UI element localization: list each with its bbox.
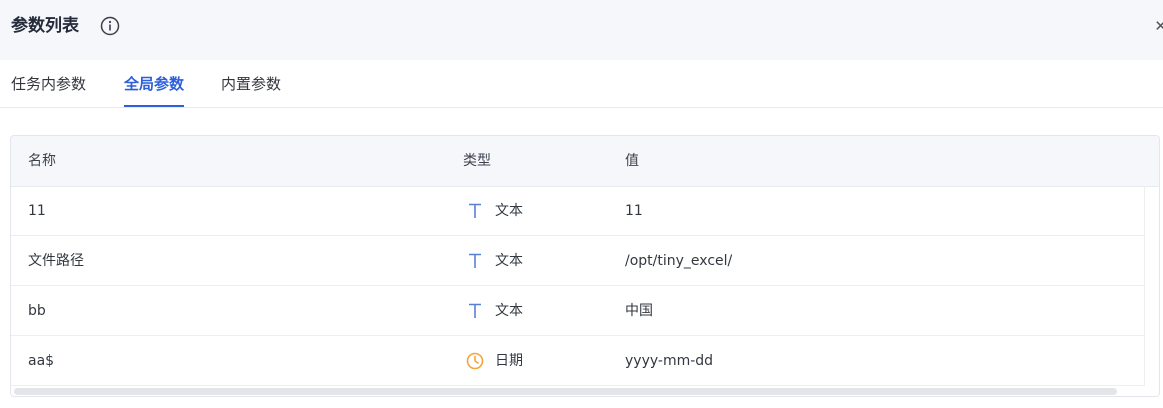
panel-header: 参数列表 ✕ <box>0 0 1163 60</box>
param-name: aa$ <box>28 353 55 369</box>
close-icon[interactable]: ✕ <box>1154 16 1163 36</box>
param-type-label: 文本 <box>495 253 523 269</box>
param-name: 文件路径 <box>28 253 84 269</box>
column-header-value: 值 <box>625 153 639 169</box>
scrollbar-thumb[interactable] <box>14 388 1117 395</box>
text-type-icon <box>469 253 481 268</box>
params-table: 名称 类型 值 11 文本 11 文件路径 文本 /opt/tiny_excel… <box>10 135 1160 397</box>
clock-icon <box>466 352 484 370</box>
column-header-name: 名称 <box>28 153 56 169</box>
table-row[interactable]: bb 文本 中国 <box>11 286 1144 336</box>
param-name: 11 <box>28 203 46 219</box>
table-header: 名称 类型 值 <box>11 136 1159 187</box>
text-type-icon <box>469 203 481 218</box>
param-type-label: 文本 <box>495 303 523 319</box>
param-value: yyyy-mm-dd <box>625 353 714 369</box>
param-value: /opt/tiny_excel/ <box>625 253 733 269</box>
table-divider <box>1144 186 1145 386</box>
param-value: 中国 <box>625 303 653 319</box>
info-icon[interactable] <box>100 16 120 36</box>
page-title: 参数列表 <box>11 16 79 36</box>
text-type-icon <box>469 303 481 318</box>
horizontal-scrollbar[interactable] <box>11 386 1159 396</box>
param-name: bb <box>28 303 46 319</box>
tab-bar: 任务内参数 全局参数 内置参数 <box>0 60 1163 108</box>
table-row[interactable]: 11 文本 11 <box>11 186 1144 236</box>
tab-task-params[interactable]: 任务内参数 <box>11 73 86 105</box>
column-header-type: 类型 <box>463 153 491 169</box>
table-row[interactable]: aa$ 日期 yyyy-mm-dd <box>11 336 1144 386</box>
param-type-label: 日期 <box>495 353 523 369</box>
table-row[interactable]: 文件路径 文本 /opt/tiny_excel/ <box>11 236 1144 286</box>
tab-builtin-params[interactable]: 内置参数 <box>221 73 281 105</box>
param-value: 11 <box>625 203 643 219</box>
param-type-label: 文本 <box>495 203 523 219</box>
tab-global-params[interactable]: 全局参数 <box>124 73 185 107</box>
